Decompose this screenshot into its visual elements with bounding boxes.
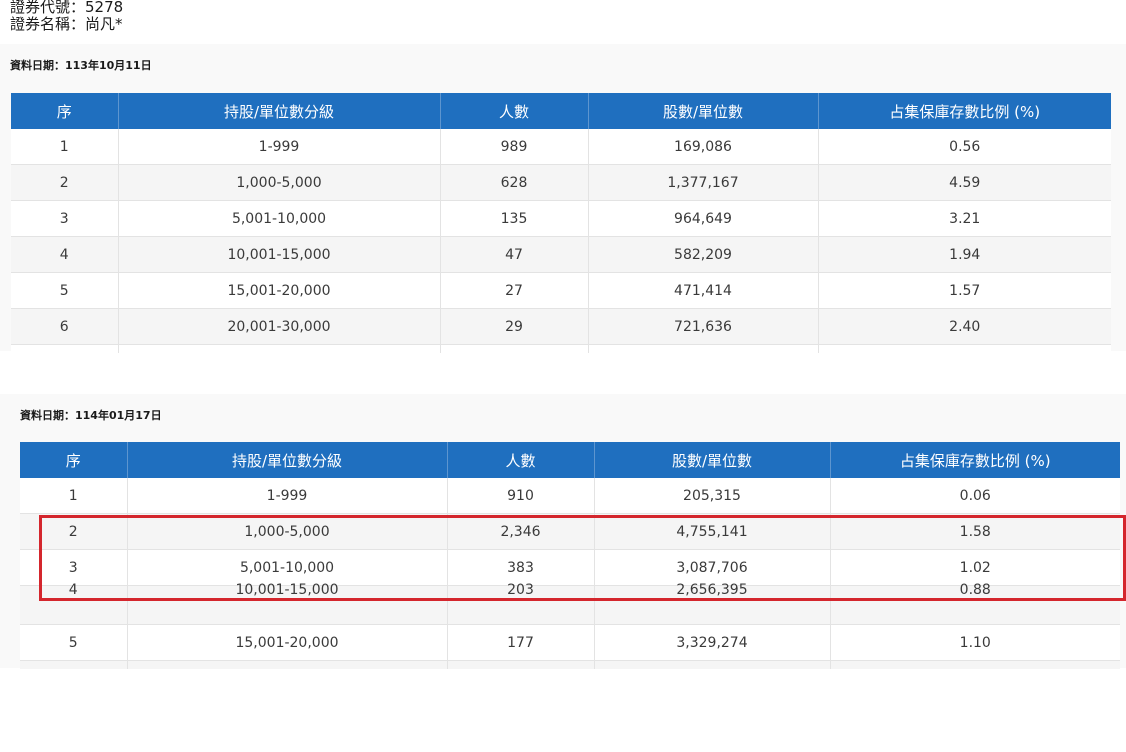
cell-pct: 1.10 xyxy=(830,624,1120,661)
cell-holders: 29 xyxy=(440,308,589,345)
cell-seq: 1 xyxy=(20,478,128,514)
cell-shares: 3,329,274 xyxy=(594,624,831,661)
cell-shares: 1,377,167 xyxy=(588,164,819,201)
cell-seq: 5 xyxy=(11,272,119,309)
col-header-seq: 序 xyxy=(11,93,119,129)
col-header-level: 持股/單位數分級 xyxy=(118,93,441,129)
cell-pct: 1.57 xyxy=(818,272,1111,309)
cell-seq: 4 xyxy=(11,236,119,273)
cell-holders: 177 xyxy=(447,624,595,661)
cell-level: 20,001-30,000 xyxy=(118,308,441,345)
cell-pct: 1.94 xyxy=(818,236,1111,273)
cell-pct: 0.56 xyxy=(818,129,1111,165)
col-header-pct: 占集保庫存數比例 (%) xyxy=(818,93,1111,129)
holdings-table-2: 序 持股/單位數分級 人數 股數/單位數 占集保庫存數比例 (%) 1 1-99… xyxy=(20,442,1120,669)
security-code-value: 5278 xyxy=(85,0,124,16)
table-row: 1 1-999 989 169,086 0.56 xyxy=(11,129,1111,165)
col-header-pct: 占集保庫存數比例 (%) xyxy=(830,442,1120,478)
security-code-label: 證券代號： xyxy=(10,0,86,16)
cell-pct: 0.88 xyxy=(830,583,1120,625)
cell-level: 5,001-10,000 xyxy=(118,200,441,237)
cell-holders: 628 xyxy=(440,164,589,201)
table-row: 6 20,001-30,000 29 721,636 2.40 xyxy=(11,308,1111,345)
col-header-holders: 人數 xyxy=(440,93,589,129)
col-header-shares: 股數/單位數 xyxy=(594,442,831,478)
cell-holders: 383 xyxy=(447,549,595,586)
cell-shares: 721,636 xyxy=(588,308,819,345)
cell-holders: 27 xyxy=(440,272,589,309)
cell-shares: 3,087,706 xyxy=(594,549,831,586)
cell-pct: 1.58 xyxy=(830,513,1120,550)
table-row: 5 15,001-20,000 27 471,414 1.57 xyxy=(11,272,1111,309)
cell-level: 5,001-10,000 xyxy=(127,549,448,586)
table-header-row: 序 持股/單位數分級 人數 股數/單位數 占集保庫存數比例 (%) xyxy=(20,442,1120,478)
cell-shares: 582,209 xyxy=(588,236,819,273)
col-header-seq: 序 xyxy=(20,442,128,478)
security-code-line: 證券代號：5278 xyxy=(10,0,123,15)
table-row: 4 10,001-15,000 203 2,656,395 0.88 xyxy=(20,583,1120,625)
cell-seq: 6 xyxy=(11,308,119,345)
cell-shares: 169,086 xyxy=(588,129,819,165)
cell-holders: 910 xyxy=(447,478,595,514)
table-row-cut-off xyxy=(11,344,1111,353)
cell-shares: 964,649 xyxy=(588,200,819,237)
security-name-line: 證券名稱：尚凡* xyxy=(10,17,123,32)
cell-level: 10,001-15,000 xyxy=(127,583,448,625)
cell-pct: 4.59 xyxy=(818,164,1111,201)
cell-level: 1,000-5,000 xyxy=(127,513,448,550)
col-header-shares: 股數/單位數 xyxy=(588,93,819,129)
cell-shares: 4,755,141 xyxy=(594,513,831,550)
table-row: 1 1-999 910 205,315 0.06 xyxy=(20,478,1120,514)
cell-pct: 3.21 xyxy=(818,200,1111,237)
cell-seq: 3 xyxy=(11,200,119,237)
table-row: 4 10,001-15,000 47 582,209 1.94 xyxy=(11,236,1111,273)
table-row: 5 15,001-20,000 177 3,329,274 1.10 xyxy=(20,624,1120,661)
table-row: 2 1,000-5,000 2,346 4,755,141 1.58 xyxy=(20,513,1120,550)
cell-pct: 1.02 xyxy=(830,549,1120,586)
data-date-1: 資料日期：113年10月11日 xyxy=(10,59,152,72)
cell-seq: 5 xyxy=(20,624,128,661)
cell-level: 15,001-20,000 xyxy=(118,272,441,309)
cell-pct: 2.40 xyxy=(818,308,1111,345)
data-date-2: 資料日期：114年01月17日 xyxy=(20,409,162,422)
cell-holders: 203 xyxy=(447,583,595,625)
table-row: 3 5,001-10,000 135 964,649 3.21 xyxy=(11,200,1111,237)
cell-shares: 471,414 xyxy=(588,272,819,309)
security-name-value: 尚凡* xyxy=(85,15,123,33)
cell-seq: 4 xyxy=(20,583,128,625)
cell-holders: 135 xyxy=(440,200,589,237)
holdings-table-1: 序 持股/單位數分級 人數 股數/單位數 占集保庫存數比例 (%) 1 1-99… xyxy=(11,93,1111,353)
cell-seq: 2 xyxy=(11,164,119,201)
cell-holders: 2,346 xyxy=(447,513,595,550)
cell-seq: 1 xyxy=(11,129,119,165)
col-header-level: 持股/單位數分級 xyxy=(127,442,448,478)
table-row: 2 1,000-5,000 628 1,377,167 4.59 xyxy=(11,164,1111,201)
cell-level: 1-999 xyxy=(127,478,448,514)
security-name-label: 證券名稱： xyxy=(10,15,86,33)
cell-level: 1-999 xyxy=(118,129,441,165)
cell-level: 10,001-15,000 xyxy=(118,236,441,273)
cell-shares: 2,656,395 xyxy=(594,583,831,625)
cell-holders: 47 xyxy=(440,236,589,273)
col-header-holders: 人數 xyxy=(447,442,595,478)
cell-holders: 989 xyxy=(440,129,589,165)
cell-shares: 205,315 xyxy=(594,478,831,514)
cell-seq: 2 xyxy=(20,513,128,550)
table-header-row: 序 持股/單位數分級 人數 股數/單位數 占集保庫存數比例 (%) xyxy=(11,93,1111,129)
cell-pct: 0.06 xyxy=(830,478,1120,514)
cell-level: 1,000-5,000 xyxy=(118,164,441,201)
cell-level: 15,001-20,000 xyxy=(127,624,448,661)
table-row: 3 5,001-10,000 383 3,087,706 1.02 xyxy=(20,549,1120,586)
cell-seq: 3 xyxy=(20,549,128,586)
table-row-cut-off xyxy=(20,660,1120,669)
